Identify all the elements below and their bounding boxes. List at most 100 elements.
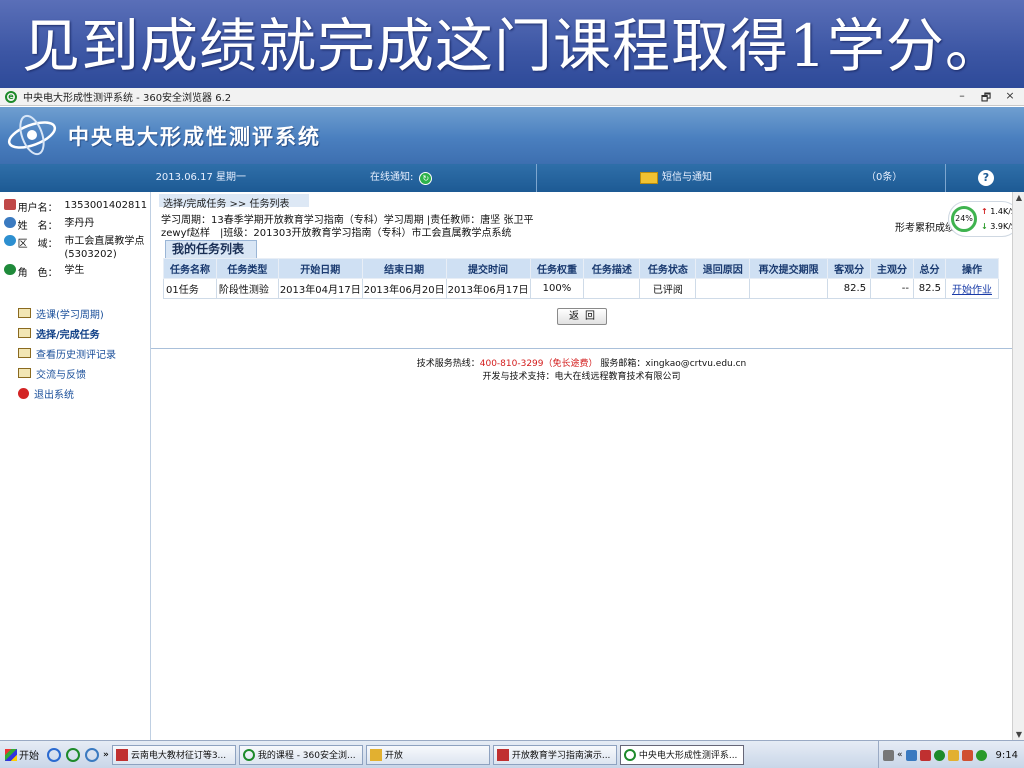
message-count: （0条）: [866, 172, 903, 183]
windows-logo-icon: [5, 748, 17, 761]
start-assignment-link[interactable]: 开始作业: [952, 285, 992, 296]
vertical-scrollbar[interactable]: ▲ ▼: [1012, 192, 1024, 740]
task-weight: 100%: [529, 278, 585, 299]
user-card-icon: [4, 199, 16, 210]
site-title: 中央电大形成性测评系统: [68, 125, 321, 149]
subjective-score: --: [870, 278, 914, 299]
task-description: [583, 278, 641, 299]
hotline-number: 400-810-3299（免长途费）: [479, 359, 598, 369]
nav-feedback[interactable]: 交流与反馈: [0, 363, 150, 383]
footer-contact: 技术服务热线：400-810-3299（免长途费） 服务邮箱：xingkao@c…: [416, 359, 747, 369]
task-name: 01任务: [163, 278, 217, 299]
360-icon[interactable]: [933, 749, 945, 761]
column-header: 提交时间: [445, 258, 531, 279]
envelope-icon: [640, 172, 658, 184]
user-info-username: 用户名： 1353001402811: [0, 199, 150, 214]
column-header: 任务状态: [639, 258, 697, 279]
column-header: 总分: [913, 258, 946, 279]
back-button[interactable]: 返回: [557, 308, 607, 325]
main-content: 选择/完成任务 >> 任务列表 学习周期：13春季学期开放教育学习指南（专科）学…: [151, 192, 1020, 740]
left-sidebar: 用户名： 1353001402811 姓 名： 李丹丹 区 域： 市工会直属教学…: [0, 192, 151, 740]
antivirus-icon[interactable]: [961, 749, 973, 761]
logout-icon: [18, 387, 29, 399]
task-end-date: 2013年06月20日: [361, 278, 447, 299]
ie-quicklaunch-icon[interactable]: [47, 747, 61, 762]
online-notice[interactable]: 在线通知: ↻: [370, 164, 536, 192]
book-icon: [18, 328, 31, 338]
column-header: 任务权重: [529, 258, 585, 279]
nav-select-course[interactable]: 选课(学习周期): [0, 303, 150, 323]
book-icon: [18, 368, 31, 378]
user-info-name: 姓 名： 李丹丹: [0, 217, 150, 232]
taskbar-item[interactable]: 开放教育学习指南演示...: [492, 744, 617, 765]
column-header: 操作: [944, 258, 1000, 279]
task-submit-time: 2013年06月17日: [445, 278, 531, 299]
role-icon: [4, 264, 16, 275]
total-score: 82.5: [913, 278, 946, 299]
book-icon: [18, 308, 31, 318]
scroll-up-arrow-icon[interactable]: ▲: [1015, 193, 1023, 202]
cumulative-score-link[interactable]: 形考累积成绩: [895, 219, 955, 234]
tray-expand-icon[interactable]: «: [897, 750, 903, 760]
minimize-button[interactable]: –: [954, 89, 970, 108]
refresh-icon[interactable]: ↻: [419, 171, 433, 185]
browser-icon: [242, 748, 255, 761]
window-title: 中央电大形成性测评系统 - 360安全浏览器 6.2: [23, 93, 232, 104]
table-row: 01任务 阶段性测验 2013年04月17日 2013年06月20日 2013年…: [163, 278, 1000, 299]
column-header: 结束日期: [361, 258, 447, 279]
column-header: 再次提交期限: [749, 258, 829, 279]
nav-history-records[interactable]: 查看历史测评记录: [0, 343, 150, 363]
objective-score: 82.5: [827, 278, 872, 299]
nav-logout[interactable]: 退出系统: [0, 383, 150, 403]
taskbar-item[interactable]: 我的课程 - 360安全浏...: [238, 744, 363, 765]
service-email: 服务邮箱：xingkao@crtvu.edu.cn: [600, 359, 747, 369]
quicklaunch-more-icon[interactable]: »: [103, 750, 109, 760]
table-header-row: 任务名称 任务类型 开始日期 结束日期 提交时间 任务权重 任务描述 任务状态 …: [163, 258, 1000, 279]
caption-text: 见到成绩就完成这门课程取得1学分。: [22, 12, 1004, 80]
speed-percent: 24%: [951, 206, 977, 232]
taskbar-item[interactable]: 云南电大教材征订等3...: [111, 744, 236, 765]
browser-icon: [623, 748, 636, 761]
notice-label: 在线通知:: [370, 172, 414, 183]
close-button[interactable]: ×: [1002, 89, 1018, 108]
footer-support: 开发与技术支持：电大在线远程教育技术有限公司: [482, 372, 681, 382]
column-header: 退回原因: [695, 258, 751, 279]
breadcrumb: 选择/完成任务 >> 任务列表: [163, 199, 290, 210]
task-table: 任务名称 任务类型 开始日期 结束日期 提交时间 任务权重 任务描述 任务状态 …: [163, 258, 1000, 299]
browser-quicklaunch-icon[interactable]: [66, 747, 80, 762]
action-cell: 开始作业: [944, 278, 1000, 299]
task-status: 已评阅: [639, 278, 697, 299]
keyboard-icon[interactable]: [883, 749, 895, 761]
taskbar-item[interactable]: 开放: [365, 744, 490, 765]
restore-button[interactable]: 🗗: [978, 89, 994, 108]
column-header: 开始日期: [277, 258, 363, 279]
update-icon[interactable]: [975, 749, 987, 761]
site-header: 中央电大形成性测评系统: [0, 107, 1024, 164]
browser2-quicklaunch-icon[interactable]: [85, 747, 99, 762]
person-icon: [4, 217, 16, 228]
taskbar-item-active[interactable]: 中央电大形成性测评系...: [619, 744, 744, 765]
nav-select-complete-task[interactable]: 选择/完成任务: [0, 323, 150, 343]
user-info-region: 区 域： 市工会直属教学点(5303202): [0, 235, 150, 261]
security-icon[interactable]: [919, 749, 931, 761]
download-speed: ↓ 3.9K/S: [981, 222, 1016, 231]
task-list-tab: 我的任务列表: [165, 240, 257, 258]
messages-label: 短信与通知: [662, 172, 712, 183]
system-tray: « 9:14: [878, 741, 1024, 768]
help-icon[interactable]: ?: [978, 170, 994, 186]
column-header: 主观分: [870, 258, 914, 279]
task-start-date: 2013年04月17日: [277, 278, 363, 299]
current-date: 2013.06.17 星期一: [155, 172, 246, 183]
browser-logo-icon: e: [5, 90, 17, 103]
network-speed-widget[interactable]: 24% ↑ 1.4K/S ↓ 3.9K/S: [948, 201, 1020, 237]
globe-icon: [4, 235, 16, 246]
messages-link[interactable]: 短信与通知: [640, 164, 760, 192]
network-icon[interactable]: [947, 749, 959, 761]
scroll-down-arrow-icon[interactable]: ▼: [1015, 730, 1023, 739]
user-info-role: 角 色： 学生: [0, 264, 150, 279]
upload-speed: ↑ 1.4K/S: [981, 207, 1016, 216]
start-button[interactable]: 开始: [2, 744, 42, 766]
browser-title-bar: e 中央电大形成性测评系统 - 360安全浏览器 6.2 – 🗗 ×: [0, 88, 1024, 106]
column-header: 任务名称: [163, 258, 217, 279]
volume-icon[interactable]: [905, 749, 917, 761]
